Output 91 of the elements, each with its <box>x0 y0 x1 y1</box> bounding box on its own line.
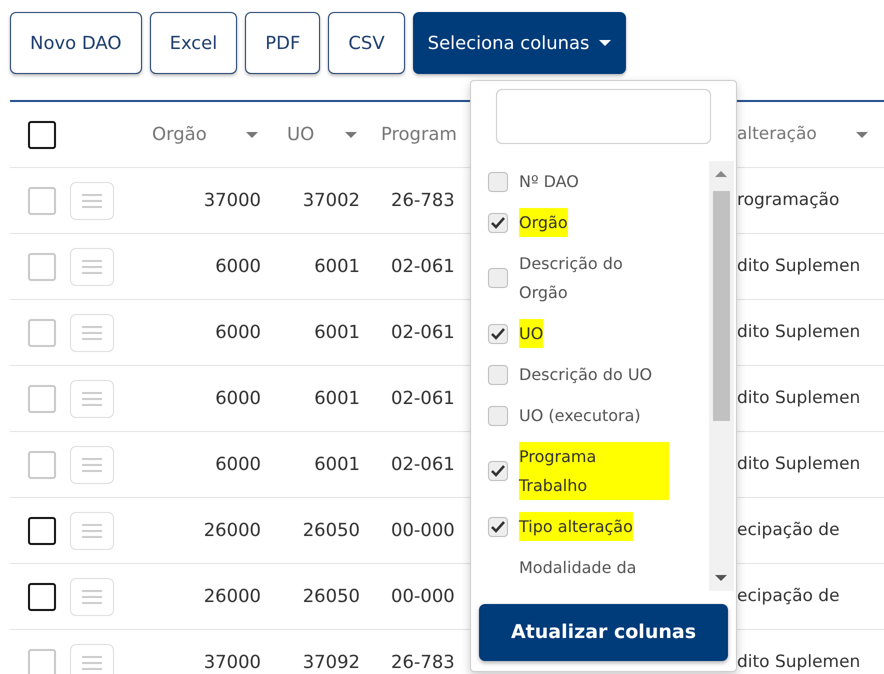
menu-icon <box>82 656 102 670</box>
table-cell: 00-000 <box>391 520 455 541</box>
table-cell: 02-061 <box>391 256 455 277</box>
checkbox[interactable] <box>488 516 508 536</box>
menu-icon <box>82 392 102 406</box>
column-option[interactable]: Tipo alteração <box>519 512 633 541</box>
table-cell: 37000 <box>204 652 261 673</box>
row-menu-button[interactable] <box>70 248 114 286</box>
column-option[interactable]: Nº DAO <box>519 167 579 196</box>
column-option[interactable]: Orgão <box>519 208 568 237</box>
select-columns-button[interactable]: Seleciona colunas <box>412 12 626 74</box>
search-field[interactable] <box>496 89 711 144</box>
table-cell: 26000 <box>204 520 261 541</box>
scroll-down-icon <box>715 575 727 581</box>
toolbar-button[interactable]: CSV <box>328 12 405 74</box>
row-menu-button[interactable] <box>70 578 114 616</box>
table-cell: 26050 <box>302 586 360 607</box>
check-icon <box>491 465 505 477</box>
table-cell: dito Suplemen <box>737 652 860 672</box>
table-cell: 00-000 <box>391 586 455 607</box>
table-cell: 26050 <box>302 520 360 541</box>
table-cell: ecipação de <box>737 586 840 606</box>
table-cell: rogramação <box>737 190 840 210</box>
menu-icon <box>82 326 102 340</box>
column-header[interactable]: alteração <box>737 122 817 148</box>
check-icon <box>491 520 505 532</box>
menu-icon <box>82 524 102 538</box>
checkbox[interactable] <box>488 364 508 384</box>
caret-icon <box>856 132 868 138</box>
scrollbar-thumb[interactable] <box>713 191 730 421</box>
table-cell: dito Suplemen <box>737 388 860 408</box>
table-cell: 6000 <box>215 388 261 409</box>
column-option[interactable]: Descrição do Orgão <box>519 249 669 307</box>
table-cell: 26-783 <box>391 190 455 211</box>
row-menu-button[interactable] <box>70 644 114 674</box>
menu-icon <box>82 458 102 472</box>
row-menu-button[interactable] <box>70 314 114 352</box>
checkbox[interactable] <box>488 268 508 288</box>
toolbar-button[interactable]: Novo DAO <box>10 12 142 74</box>
row-checkbox[interactable] <box>28 516 56 544</box>
table-cell: 02-061 <box>391 322 455 343</box>
column-header[interactable]: Orgão <box>152 121 207 148</box>
column-header[interactable]: UO <box>287 121 314 148</box>
table-cell: 26-783 <box>391 652 455 673</box>
column-header[interactable]: Program <box>381 121 457 148</box>
checkbox[interactable] <box>488 212 508 232</box>
table-cell: 02-061 <box>391 388 455 409</box>
table-cell: dito Suplemen <box>737 322 860 342</box>
table-cell: 37002 <box>302 190 360 211</box>
check-icon <box>491 328 505 340</box>
checkbox[interactable] <box>488 461 508 481</box>
column-option[interactable]: Modalidade da <box>519 553 636 582</box>
column-option[interactable]: UO <box>519 319 544 348</box>
toolbar-button[interactable]: PDF <box>245 12 320 74</box>
scroll-up-icon <box>715 171 727 177</box>
table-cell: 6000 <box>215 454 261 475</box>
checkbox[interactable] <box>488 406 508 426</box>
scrollbar[interactable] <box>709 161 734 591</box>
table-cell: dito Suplemen <box>737 454 860 474</box>
table-cell: ecipação de <box>737 520 840 540</box>
row-menu-button[interactable] <box>70 512 114 550</box>
table-cell: 26000 <box>204 586 261 607</box>
column-option[interactable]: UO (executora) <box>519 401 641 430</box>
table-cell: 02-061 <box>391 454 455 475</box>
menu-icon <box>82 260 102 274</box>
column-option[interactable]: Programa Trabalho <box>519 442 669 500</box>
menu-icon <box>82 194 102 208</box>
caret-icon <box>345 132 357 138</box>
row-checkbox[interactable] <box>28 582 56 610</box>
menu-icon <box>82 590 102 604</box>
toolbar-button[interactable]: Excel <box>150 12 238 74</box>
select-all-checkbox[interactable] <box>28 120 56 148</box>
table-cell: 37000 <box>204 190 261 211</box>
caret-icon <box>599 40 612 46</box>
row-menu-button[interactable] <box>70 446 114 484</box>
table-cell: 6001 <box>314 388 360 409</box>
row-menu-button[interactable] <box>70 182 114 220</box>
checkbox[interactable] <box>488 172 508 192</box>
table-cell: 6001 <box>314 322 360 343</box>
row-menu-button[interactable] <box>70 380 114 418</box>
table-cell: 6001 <box>314 256 360 277</box>
table-cell: 6001 <box>314 454 360 475</box>
apply-columns-button[interactable]: Atualizar colunas <box>479 604 728 661</box>
table-cell: dito Suplemen <box>737 256 860 276</box>
table-cell: 6000 <box>215 256 261 277</box>
table-cell: 6000 <box>215 322 261 343</box>
check-icon <box>491 216 505 228</box>
column-option[interactable]: Descrição do UO <box>519 360 652 389</box>
checkbox[interactable] <box>488 324 508 344</box>
table-cell: 37092 <box>302 652 360 673</box>
caret-icon <box>246 132 258 138</box>
